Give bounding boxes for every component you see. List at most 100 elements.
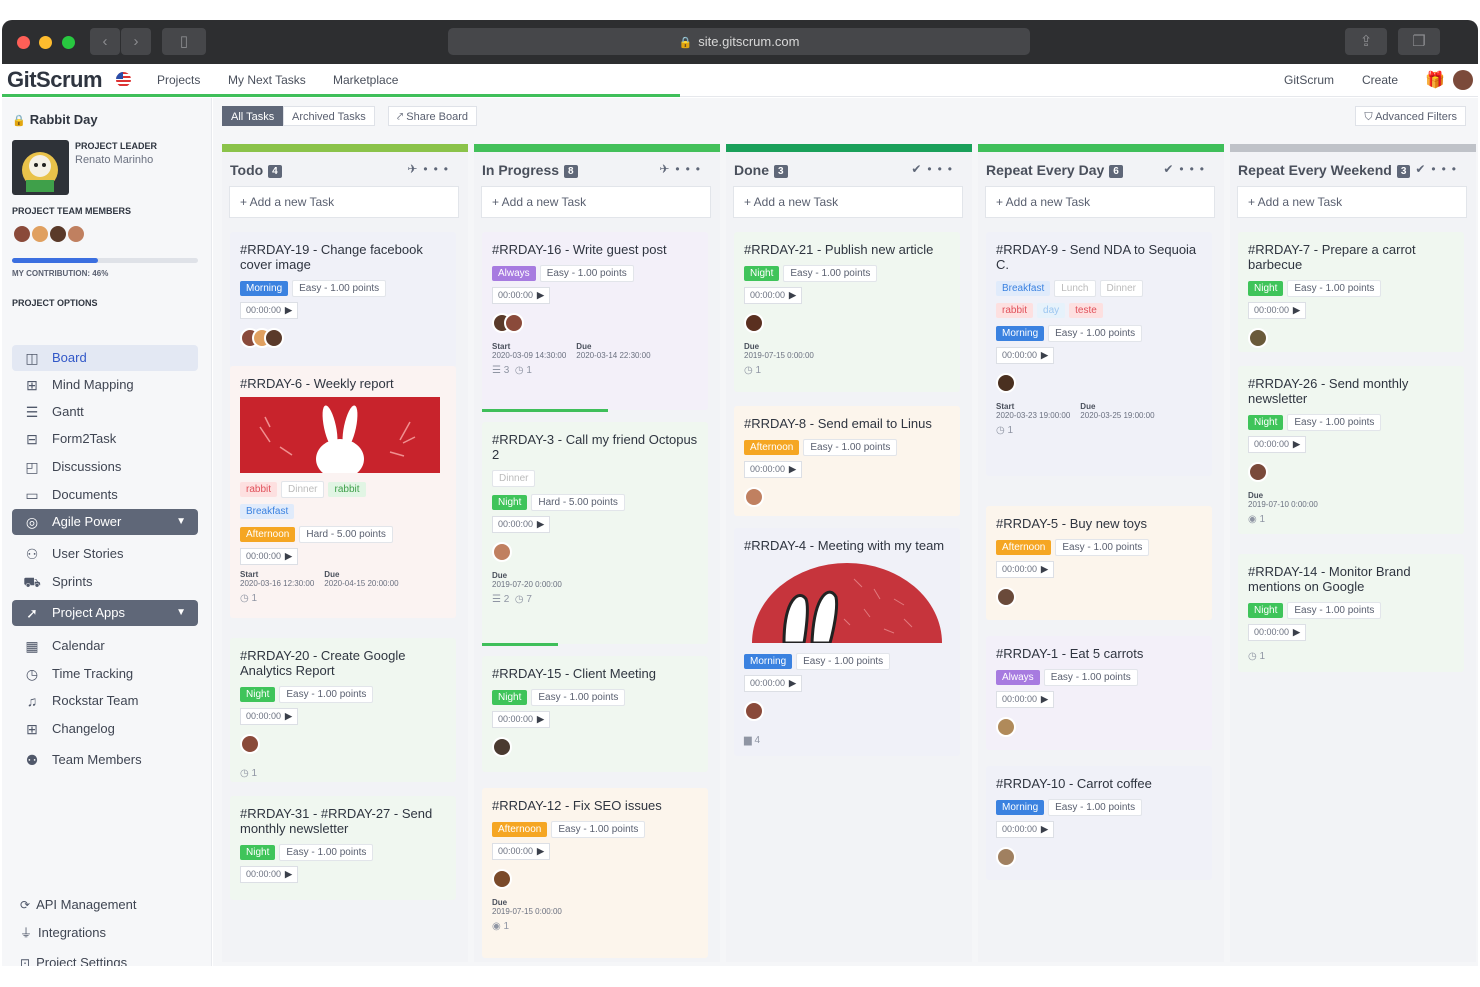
timer[interactable]: 00:00:00 ▶: [744, 287, 802, 304]
nav-gitscrum[interactable]: GitScrum: [1284, 73, 1334, 87]
menu-calendar[interactable]: ▦ Calendar: [12, 633, 198, 659]
timer[interactable]: 00:00:00 ▶: [240, 708, 298, 725]
timer[interactable]: 00:00:00 ▶: [996, 347, 1054, 364]
task-card[interactable]: #RRDAY-5 - Buy new toys Afternoon Easy - …: [986, 506, 1212, 620]
more-icon[interactable]: •••: [1431, 162, 1462, 176]
task-card[interactable]: #RRDAY-21 - Publish new article Night Eas…: [734, 232, 960, 392]
share-icon[interactable]: ⇪: [1345, 28, 1387, 55]
menu-rockstar-team[interactable]: ♫ Rockstar Team: [12, 688, 198, 714]
gift-icon[interactable]: 🎁: [1425, 70, 1445, 90]
sidebar-toggle-icon[interactable]: ▯: [162, 28, 206, 55]
menu-project-apps[interactable]: ➚ Project Apps ▼: [12, 600, 198, 626]
tab-archived-tasks[interactable]: Archived Tasks: [283, 106, 375, 126]
url-bar[interactable]: 🔒 site.gitscrum.com: [448, 28, 1030, 55]
menu-user-stories[interactable]: ⚇ User Stories: [12, 541, 198, 567]
timer[interactable]: 00:00:00 ▶: [492, 843, 550, 860]
menu-documents[interactable]: ▭ Documents: [12, 482, 198, 508]
task-card[interactable]: #RRDAY-31 - #RRDAY-27 - Send monthly new…: [230, 796, 456, 900]
advanced-filters-button[interactable]: ⛉ Advanced Filters: [1355, 106, 1466, 126]
add-task-input[interactable]: + Add a new Task: [985, 186, 1215, 218]
timer[interactable]: 00:00:00 ▶: [492, 516, 550, 533]
timer[interactable]: 00:00:00 ▶: [1248, 302, 1306, 319]
user-avatar[interactable]: [1453, 70, 1473, 90]
nav-marketplace[interactable]: Marketplace: [333, 73, 398, 87]
task-card[interactable]: #RRDAY-19 - Change facebook cover image …: [230, 232, 456, 367]
check-icon[interactable]: ✔: [1415, 162, 1431, 176]
task-card[interactable]: #RRDAY-7 - Prepare a carrot barbecue Nig…: [1238, 232, 1464, 352]
menu-integrations[interactable]: ⏚ Integrations: [20, 924, 106, 941]
task-card[interactable]: #RRDAY-4 - Meeting with my team Morning E…: [734, 528, 960, 756]
task-card[interactable]: #RRDAY-6 - Weekly report rabbit Dinner rab…: [230, 366, 456, 618]
task-card[interactable]: #RRDAY-26 - Send monthly newsletter Nigh…: [1238, 366, 1464, 534]
more-icon[interactable]: •••: [1179, 162, 1210, 176]
team-member-avatar[interactable]: [48, 224, 68, 244]
tabs-icon[interactable]: ❐: [1398, 28, 1440, 55]
nav-my-next-tasks[interactable]: My Next Tasks: [228, 73, 306, 87]
pin-icon[interactable]: ✈: [407, 162, 423, 176]
task-card[interactable]: #RRDAY-1 - Eat 5 carrots Always Easy - 1.…: [986, 636, 1212, 750]
menu-time-tracking[interactable]: ◷ Time Tracking: [12, 661, 198, 687]
menu-team-members[interactable]: ⚉ Team Members: [12, 747, 198, 773]
plane-icon[interactable]: ✈: [659, 162, 675, 176]
menu-changelog[interactable]: ⊞ Changelog: [12, 716, 198, 742]
close-dot-icon[interactable]: [17, 36, 30, 49]
logo[interactable]: GitScrum: [7, 67, 103, 93]
task-card[interactable]: #RRDAY-9 - Send NDA to Sequoia C. Breakf…: [986, 232, 1212, 476]
timer[interactable]: 00:00:00 ▶: [240, 302, 298, 319]
column-actions[interactable]: ✔•••: [1163, 162, 1210, 176]
nav-create[interactable]: Create: [1362, 73, 1398, 87]
menu-agile-power[interactable]: ◎ Agile Power ▼: [12, 509, 198, 535]
timer[interactable]: 00:00:00 ▶: [744, 675, 802, 692]
timer[interactable]: 00:00:00 ▶: [240, 866, 298, 883]
team-member-avatar[interactable]: [30, 224, 50, 244]
task-card[interactable]: #RRDAY-8 - Send email to Linus Afternoon…: [734, 406, 960, 516]
menu-sprints[interactable]: ⛟ Sprints: [12, 569, 198, 595]
timer[interactable]: 00:00:00 ▶: [1248, 624, 1306, 641]
task-card[interactable]: #RRDAY-12 - Fix SEO issues Afternoon Easy…: [482, 788, 708, 958]
timer[interactable]: 00:00:00 ▶: [996, 821, 1054, 838]
task-card[interactable]: #RRDAY-3 - Call my friend Octopus 2 Dinn…: [482, 422, 708, 646]
task-card[interactable]: #RRDAY-15 - Client Meeting Night Easy - 1…: [482, 656, 708, 772]
column-actions[interactable]: ✈•••: [407, 162, 454, 176]
flag-us-icon[interactable]: [116, 72, 131, 87]
menu-mind-mapping[interactable]: ⊞ Mind Mapping: [12, 372, 198, 398]
nav-projects[interactable]: Projects: [157, 73, 200, 87]
menu-form2task[interactable]: ⊟ Form2Task: [12, 426, 198, 452]
timer[interactable]: 00:00:00 ▶: [492, 711, 550, 728]
more-icon[interactable]: •••: [423, 162, 454, 176]
column-actions[interactable]: ✈•••: [659, 162, 706, 176]
timer[interactable]: 00:00:00 ▶: [996, 561, 1054, 578]
more-icon[interactable]: •••: [675, 162, 706, 176]
menu-gantt[interactable]: ☰ Gantt: [12, 399, 198, 425]
check-icon[interactable]: ✔: [911, 162, 927, 176]
column-actions[interactable]: ✔•••: [911, 162, 958, 176]
menu-discussions[interactable]: ◰ Discussions: [12, 454, 198, 480]
timer[interactable]: 00:00:00 ▶: [744, 461, 802, 478]
more-icon[interactable]: •••: [927, 162, 958, 176]
timer[interactable]: 00:00:00 ▶: [996, 691, 1054, 708]
menu-board[interactable]: ◫ Board: [12, 345, 198, 371]
maximize-dot-icon[interactable]: [62, 36, 75, 49]
column-actions[interactable]: ✔•••: [1415, 162, 1462, 176]
forward-icon[interactable]: ›: [121, 28, 151, 55]
task-card[interactable]: #RRDAY-10 - Carrot coffee Morning Easy - …: [986, 766, 1212, 880]
task-card[interactable]: #RRDAY-16 - Write guest post Always Easy …: [482, 232, 708, 412]
team-member-avatar[interactable]: [66, 224, 86, 244]
task-card[interactable]: #RRDAY-20 - Create Google Analytics Repo…: [230, 638, 456, 782]
leader-name[interactable]: Renato Marinho: [75, 154, 153, 166]
timer[interactable]: 00:00:00 ▶: [1248, 436, 1306, 453]
add-task-input[interactable]: + Add a new Task: [229, 186, 459, 218]
team-member-avatar[interactable]: [12, 224, 32, 244]
task-card[interactable]: #RRDAY-14 - Monitor Brand mentions on Go…: [1238, 554, 1464, 672]
timer[interactable]: 00:00:00 ▶: [492, 287, 550, 304]
tab-all-tasks[interactable]: All Tasks: [222, 106, 284, 126]
add-task-input[interactable]: + Add a new Task: [481, 186, 711, 218]
menu-api-management[interactable]: ⟳ API Management: [20, 897, 137, 912]
timer[interactable]: 00:00:00 ▶: [240, 548, 298, 565]
add-task-input[interactable]: + Add a new Task: [1237, 186, 1467, 218]
share-board-button[interactable]: ⤤ Share Board: [388, 106, 478, 126]
minimize-dot-icon[interactable]: [39, 36, 52, 49]
check-icon[interactable]: ✔: [1163, 162, 1179, 176]
add-task-input[interactable]: + Add a new Task: [733, 186, 963, 218]
menu-project-settings[interactable]: ⊡ Project Settings: [20, 955, 127, 966]
